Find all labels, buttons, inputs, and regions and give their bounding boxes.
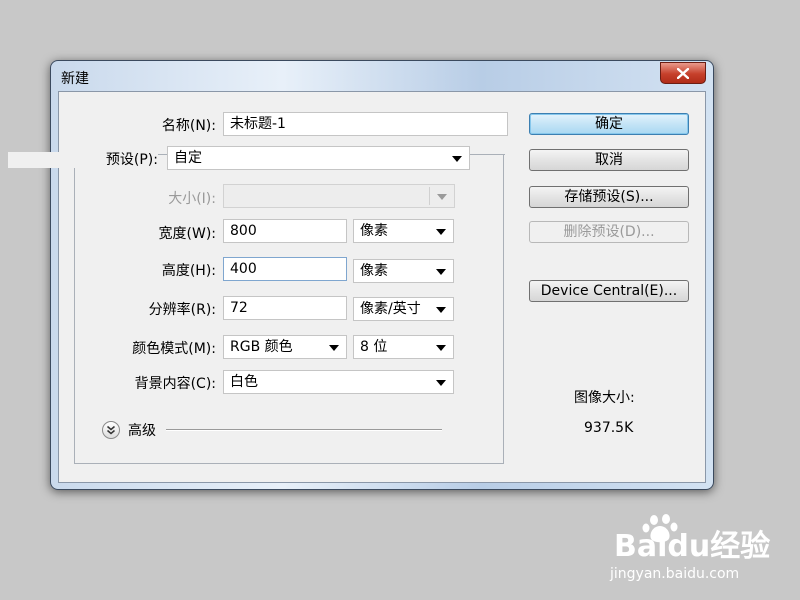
chevron-down-icon	[452, 156, 462, 162]
close-button[interactable]	[660, 62, 706, 84]
image-size-value: 937.5K	[584, 420, 634, 436]
background-label: 背景内容(C):	[134, 376, 216, 392]
cancel-button[interactable]: 取消	[529, 149, 689, 171]
name-label: 名称(N):	[161, 118, 216, 134]
width-unit-select[interactable]: 像素	[353, 219, 454, 243]
height-label: 高度(H):	[161, 263, 216, 279]
color-mode-label: 颜色模式(M):	[132, 341, 216, 357]
color-mode-select[interactable]: RGB 颜色	[223, 335, 347, 359]
groupbox-top-line	[478, 154, 505, 155]
chevrons-down-icon	[107, 425, 115, 435]
chevron-down-icon	[436, 269, 446, 275]
advanced-label: 高级	[128, 423, 156, 439]
chevron-down-icon	[437, 194, 447, 200]
height-input[interactable]: 400	[223, 257, 347, 281]
watermark-brand: Baidu经验	[614, 529, 771, 564]
image-size-label: 图像大小:	[574, 390, 635, 406]
advanced-toggle-button[interactable]	[102, 421, 120, 439]
dialog-title: 新建	[61, 71, 89, 87]
chevron-down-icon	[436, 345, 446, 351]
bit-depth-select[interactable]: 8 位	[353, 335, 454, 359]
resolution-input[interactable]: 72	[223, 296, 347, 320]
chevron-down-icon	[329, 345, 339, 351]
color-mode-value: RGB 颜色	[230, 339, 293, 355]
chevron-down-icon	[436, 307, 446, 313]
preset-value: 自定	[174, 150, 202, 166]
resolution-label: 分辨率(R):	[148, 302, 216, 318]
background-select[interactable]: 白色	[223, 370, 454, 394]
name-input[interactable]: 未标题-1	[223, 112, 508, 136]
height-unit-select[interactable]: 像素	[353, 259, 454, 283]
height-unit-value: 像素	[360, 263, 388, 279]
bit-depth-value: 8 位	[360, 339, 388, 355]
width-input[interactable]: 800	[223, 219, 347, 243]
resolution-unit-select[interactable]: 像素/英寸	[353, 297, 454, 321]
combo-separator	[429, 187, 430, 205]
width-label: 宽度(W):	[158, 226, 216, 242]
watermark-url: jingyan.baidu.com	[610, 566, 740, 582]
title-bar[interactable]: 新建	[51, 61, 713, 91]
save-preset-button[interactable]: 存储预设(S)...	[529, 186, 689, 208]
chevron-down-icon	[436, 229, 446, 235]
advanced-divider	[166, 429, 442, 431]
resolution-unit-value: 像素/英寸	[360, 301, 421, 317]
preset-label: 预设(P):	[8, 152, 158, 168]
device-central-button[interactable]: Device Central(E)...	[529, 280, 689, 302]
close-icon	[677, 67, 689, 79]
size-label: 大小(I):	[168, 191, 216, 207]
preset-select[interactable]: 自定	[167, 146, 470, 170]
size-select[interactable]	[223, 184, 455, 208]
ok-button[interactable]: 确定	[529, 113, 689, 135]
background-value: 白色	[230, 374, 258, 390]
chevron-down-icon	[436, 380, 446, 386]
delete-preset-button[interactable]: 删除预设(D)...	[529, 221, 689, 243]
width-unit-value: 像素	[360, 223, 388, 239]
